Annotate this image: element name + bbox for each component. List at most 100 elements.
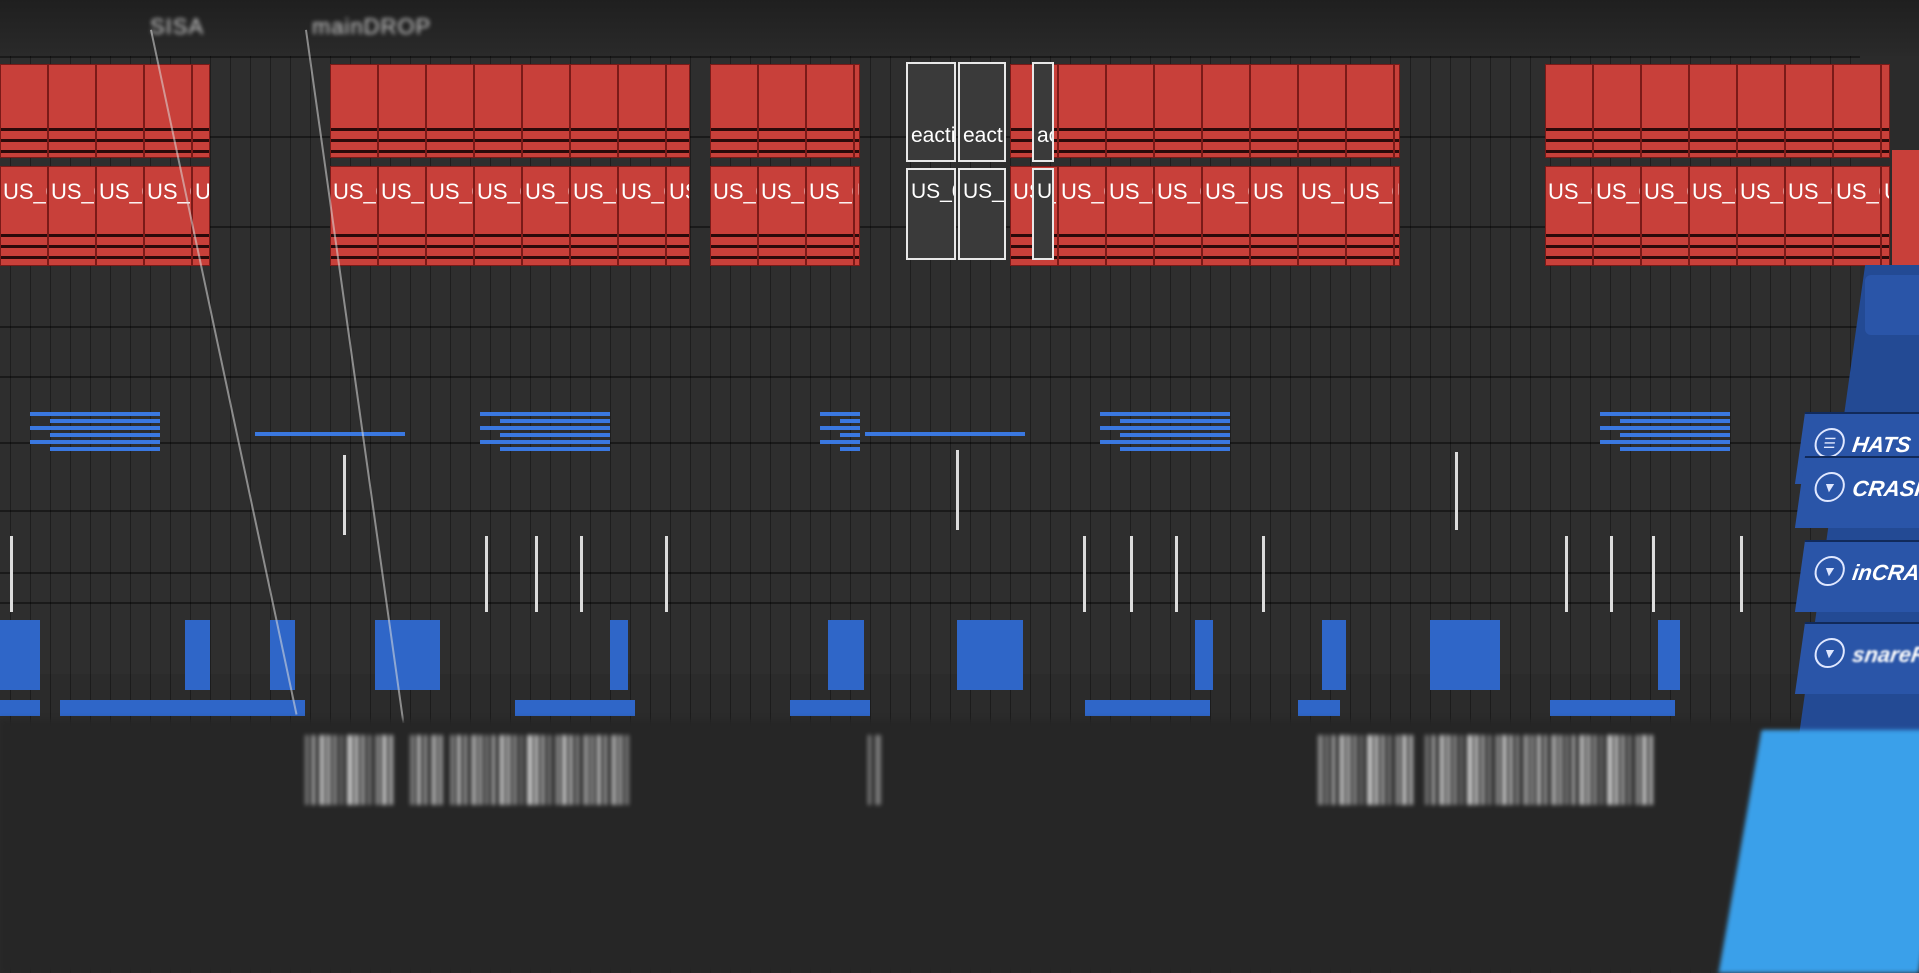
midi-clip[interactable] bbox=[790, 700, 870, 716]
audio-clip[interactable] bbox=[854, 64, 860, 158]
midi-clip[interactable] bbox=[1430, 620, 1500, 690]
audio-clip[interactable] bbox=[1058, 64, 1106, 158]
audio-clip[interactable]: US_09_DRU bbox=[144, 166, 192, 266]
audio-clip[interactable] bbox=[1593, 64, 1641, 158]
midi-clip[interactable] bbox=[828, 620, 864, 690]
audio-clip[interactable]: US_09_DRU bbox=[1881, 166, 1890, 266]
audio-clip[interactable] bbox=[1106, 64, 1154, 158]
track-header-crash[interactable]: ▼ CRASH bbox=[1794, 456, 1919, 528]
audio-clip[interactable] bbox=[1881, 64, 1890, 158]
audio-clip[interactable]: US_0 bbox=[1833, 166, 1881, 266]
audio-clip[interactable] bbox=[1892, 150, 1919, 270]
track-header-incrash[interactable]: ▼ inCRASH bbox=[1794, 540, 1919, 612]
audio-clip[interactable]: US_0! bbox=[1298, 166, 1346, 266]
midi-clip[interactable] bbox=[1085, 700, 1210, 716]
audio-clip[interactable]: US_0 bbox=[1346, 166, 1394, 266]
audio-clip[interactable]: US_0! bbox=[758, 166, 806, 266]
audio-clip[interactable] bbox=[1545, 64, 1593, 158]
audio-clip[interactable]: US_0! bbox=[1394, 166, 1400, 266]
audio-clip[interactable] bbox=[1689, 64, 1737, 158]
midi-note[interactable] bbox=[1600, 412, 1730, 416]
selected-clip[interactable]: eacti bbox=[958, 62, 1006, 162]
audio-clip[interactable] bbox=[0, 64, 48, 158]
midi-clip[interactable] bbox=[0, 700, 40, 716]
midi-note[interactable] bbox=[1620, 433, 1730, 437]
midi-note[interactable] bbox=[480, 426, 610, 430]
midi-clip[interactable] bbox=[375, 620, 440, 690]
locator-marker[interactable]: SISA bbox=[150, 14, 204, 40]
selected-clip[interactable]: US bbox=[1032, 168, 1054, 260]
audio-clip[interactable]: US_0 bbox=[1641, 166, 1689, 266]
list-icon[interactable] bbox=[1865, 275, 1919, 335]
audio-clip[interactable] bbox=[426, 64, 474, 158]
audio-clip[interactable]: US_0 bbox=[854, 166, 860, 266]
audio-clip[interactable] bbox=[1298, 64, 1346, 158]
midi-note[interactable] bbox=[50, 419, 160, 423]
midi-note[interactable] bbox=[1100, 440, 1230, 444]
selected-clip[interactable]: eacti bbox=[906, 62, 956, 162]
selected-clip[interactable]: ac bbox=[1032, 62, 1054, 162]
midi-clip[interactable] bbox=[0, 620, 40, 690]
midi-note[interactable] bbox=[500, 433, 610, 437]
audio-clip[interactable] bbox=[48, 64, 96, 158]
list-icon[interactable]: ☰ bbox=[1812, 428, 1847, 458]
audio-clip[interactable]: US_0 bbox=[710, 166, 758, 266]
midi-note[interactable] bbox=[820, 440, 860, 444]
audio-clip[interactable] bbox=[1641, 64, 1689, 158]
audio-clip[interactable] bbox=[1250, 64, 1298, 158]
collapse-triangle-icon[interactable]: ▼ bbox=[1812, 638, 1847, 668]
audio-clip[interactable] bbox=[522, 64, 570, 158]
midi-note[interactable] bbox=[1600, 426, 1730, 430]
audio-clip[interactable]: US_0! bbox=[1737, 166, 1785, 266]
midi-note[interactable] bbox=[480, 440, 610, 444]
collapse-triangle-icon[interactable]: ▼ bbox=[1812, 472, 1847, 502]
midi-note[interactable] bbox=[500, 419, 610, 423]
midi-note[interactable] bbox=[255, 432, 405, 436]
audio-clip[interactable]: US_0 bbox=[666, 166, 690, 266]
audio-clip[interactable]: US_0! bbox=[0, 166, 48, 266]
locator-ruler[interactable]: SISA mainDROP bbox=[0, 0, 1919, 56]
midi-clip[interactable] bbox=[1658, 620, 1680, 690]
audio-clip[interactable] bbox=[570, 64, 618, 158]
audio-clip[interactable]: US_0 bbox=[570, 166, 618, 266]
midi-clip[interactable] bbox=[957, 620, 1023, 690]
midi-note[interactable] bbox=[820, 426, 860, 430]
midi-note[interactable] bbox=[480, 412, 610, 416]
locator-marker[interactable]: mainDROP bbox=[312, 14, 431, 40]
midi-clip[interactable] bbox=[1298, 700, 1340, 716]
audio-clip[interactable] bbox=[96, 64, 144, 158]
audio-clip[interactable] bbox=[618, 64, 666, 158]
midi-clip[interactable] bbox=[185, 620, 210, 690]
audio-clip[interactable] bbox=[1737, 64, 1785, 158]
audio-clip[interactable]: US bbox=[192, 166, 210, 266]
midi-note[interactable] bbox=[1620, 419, 1730, 423]
audio-clip[interactable] bbox=[378, 64, 426, 158]
midi-note[interactable] bbox=[1620, 447, 1730, 451]
midi-note[interactable] bbox=[30, 440, 160, 444]
audio-clip[interactable] bbox=[1394, 64, 1400, 158]
audio-clip[interactable]: US_0 bbox=[806, 166, 854, 266]
audio-clip[interactable]: US_0 bbox=[522, 166, 570, 266]
midi-note[interactable] bbox=[50, 447, 160, 451]
midi-note[interactable] bbox=[30, 412, 160, 416]
audio-clip[interactable]: US_0! bbox=[48, 166, 96, 266]
audio-clip[interactable]: US_0 bbox=[474, 166, 522, 266]
midi-note[interactable] bbox=[840, 447, 860, 451]
audio-clip[interactable]: US_0! bbox=[1689, 166, 1737, 266]
midi-clip[interactable] bbox=[515, 700, 635, 716]
midi-clip[interactable] bbox=[60, 700, 305, 716]
audio-clip[interactable] bbox=[1785, 64, 1833, 158]
selected-clip[interactable]: US_0! bbox=[906, 168, 956, 260]
midi-note[interactable] bbox=[1120, 419, 1230, 423]
audio-clip[interactable]: US_0 bbox=[426, 166, 474, 266]
midi-clip[interactable] bbox=[610, 620, 628, 690]
audio-clip[interactable] bbox=[1154, 64, 1202, 158]
audio-clip[interactable] bbox=[758, 64, 806, 158]
audio-clip[interactable] bbox=[474, 64, 522, 158]
audio-clip[interactable] bbox=[1202, 64, 1250, 158]
midi-clip[interactable] bbox=[1550, 700, 1675, 716]
audio-clip[interactable]: US_ bbox=[378, 166, 426, 266]
audio-clip[interactable]: US_0 bbox=[1545, 166, 1593, 266]
midi-note[interactable] bbox=[840, 433, 860, 437]
midi-note[interactable] bbox=[1100, 412, 1230, 416]
